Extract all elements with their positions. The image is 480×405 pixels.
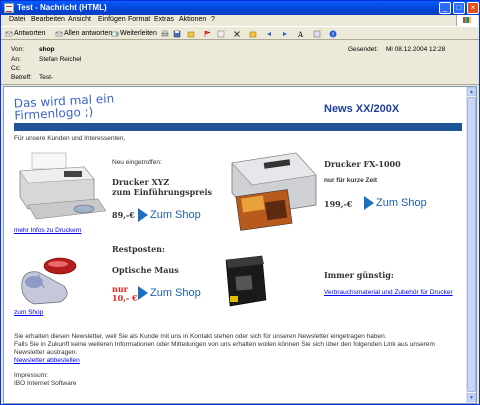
footer-unsubscribe-text: Falls Sie in Zukunft keine weiteren Info…	[14, 341, 435, 348]
sent-label: Gesendet:	[348, 46, 378, 53]
message-icon	[4, 3, 14, 13]
to-value[interactable]: Stefan Reichel	[39, 56, 81, 63]
message-body[interactable]: Das wird mal ein Firmenlogo ;) News XX/2…	[3, 86, 477, 404]
move-to-folder-icon[interactable]	[249, 30, 257, 38]
new-arrival-label: Neu eingetroffen:	[112, 159, 162, 166]
cc-label: Cc:	[11, 65, 21, 72]
arrow-right-icon	[364, 196, 374, 210]
next-item-icon[interactable]	[281, 30, 289, 38]
message-headers: Von: shop An: Stefan Reichel Cc: Betreff…	[1, 41, 479, 85]
mail-window: Test - Nachricht (HTML) _ □ × Datei Bear…	[0, 0, 480, 405]
delete-icon[interactable]	[233, 30, 241, 38]
shop-button-product1[interactable]: Zum Shop	[138, 208, 201, 222]
product1-price: 89,-€	[112, 210, 135, 220]
subject-label: Betreff:	[11, 74, 32, 81]
scrollbar-thumb[interactable]	[467, 97, 476, 392]
menu-einfuegen[interactable]: Einfügen	[98, 16, 126, 23]
menu-bearbeiten[interactable]: Bearbeiten	[31, 16, 65, 23]
to-label: An:	[11, 56, 21, 63]
shop-button-product2[interactable]: Zum Shop	[364, 196, 427, 210]
toolbar: Antworten Allen antworten Weiterleiten A…	[1, 26, 479, 40]
company-logo: Das wird mal ein Firmenlogo ;)	[13, 91, 115, 123]
imprint-value: IBO Internet Software	[14, 380, 77, 387]
minimize-button[interactable]: _	[439, 2, 451, 14]
menu-ansicht[interactable]: Ansicht	[68, 16, 91, 23]
product2-subtitle: nur für kurze Zeit	[324, 177, 378, 184]
contacts-icon[interactable]	[217, 30, 225, 38]
font-size-icon[interactable]: A	[297, 30, 305, 38]
window-title: Test - Nachricht (HTML)	[17, 3, 107, 12]
product2-name: Drucker FX-1000	[324, 159, 401, 169]
product2-price: 199,-€	[324, 199, 353, 209]
intro-text: Für unsere Kunden und Interessenten,	[14, 135, 126, 142]
optical-mouse-image	[21, 257, 77, 305]
scroll-down-icon[interactable]: ▼	[467, 393, 476, 402]
print-icon[interactable]	[161, 30, 169, 38]
mouse-price: 10,- €	[112, 293, 138, 303]
attachment-icon[interactable]	[187, 30, 195, 38]
clearance-label: Restposten:	[112, 244, 165, 254]
reply-all-icon	[55, 31, 63, 37]
menu-extras[interactable]: Extras	[154, 16, 174, 23]
header-divider	[14, 123, 462, 131]
footer-reason-text: Sie erhalten diesen Newsletter, weil Sie…	[14, 333, 387, 340]
footer-unsubscribe-text-2: Newsletter austragen:	[14, 349, 78, 356]
from-label: Von:	[11, 46, 25, 53]
printer-xyz-image	[19, 152, 106, 220]
sent-value: Mi 08.12.2004 12:28	[386, 46, 446, 53]
close-button[interactable]: ×	[467, 2, 479, 14]
arrow-right-icon	[138, 208, 148, 222]
always-cheap-label: Immer günstig:	[324, 270, 394, 280]
menu-bar: Datei Bearbeiten Ansicht Einfügen Format…	[1, 15, 479, 26]
mouse-shop-link[interactable]: zum Shop	[14, 309, 43, 316]
printer-fx1000-image	[231, 152, 317, 231]
save-icon[interactable]	[173, 30, 181, 38]
forward-icon	[111, 31, 119, 37]
newsletter-title: News XX/200X	[324, 103, 400, 115]
options-icon[interactable]	[313, 30, 321, 38]
reply-all-button[interactable]: Allen antworten	[64, 29, 112, 39]
help-icon[interactable]: ?	[329, 30, 337, 38]
menu-datei[interactable]: Datei	[9, 16, 25, 23]
vertical-scrollbar[interactable]: ▲ ▼	[466, 87, 476, 403]
reply-icon	[5, 31, 13, 37]
menu-help[interactable]: ?	[211, 16, 215, 23]
more-info-printers-link[interactable]: mehr Infos zu Druckern	[14, 227, 82, 234]
windows-logo-icon	[456, 15, 478, 26]
product1-name: Drucker XYZ	[112, 177, 170, 187]
menu-format[interactable]: Format	[128, 16, 150, 23]
scroll-up-icon[interactable]: ▲	[467, 87, 476, 96]
forward-button[interactable]: Weiterleiten	[120, 29, 157, 39]
consumables-link[interactable]: Verbrauchsmaterial und Zubehör für Druck…	[324, 289, 453, 296]
from-value[interactable]: shop	[39, 46, 55, 53]
title-bar[interactable]: Test - Nachricht (HTML) _ □ ×	[1, 1, 479, 15]
imprint-label: Impressum:	[14, 372, 48, 379]
subject-value: Test-	[39, 74, 54, 81]
maximize-button[interactable]: □	[453, 2, 465, 14]
product1-subtitle: zum Einführungspreis	[112, 187, 213, 197]
shop-button-mouse[interactable]: Zum Shop	[138, 286, 201, 300]
menu-aktionen[interactable]: Aktionen	[179, 16, 206, 23]
flag-icon[interactable]	[203, 30, 211, 38]
previous-item-icon[interactable]	[265, 30, 273, 38]
svg-text:?: ?	[332, 32, 335, 38]
reply-button[interactable]: Antworten	[14, 29, 46, 39]
unsubscribe-link[interactable]: Newsletter abbestellen	[14, 357, 80, 364]
ink-cartridge-image	[225, 255, 267, 307]
mouse-name: Optische Maus	[112, 265, 179, 275]
arrow-right-icon	[138, 286, 148, 300]
svg-text:A: A	[297, 31, 304, 38]
